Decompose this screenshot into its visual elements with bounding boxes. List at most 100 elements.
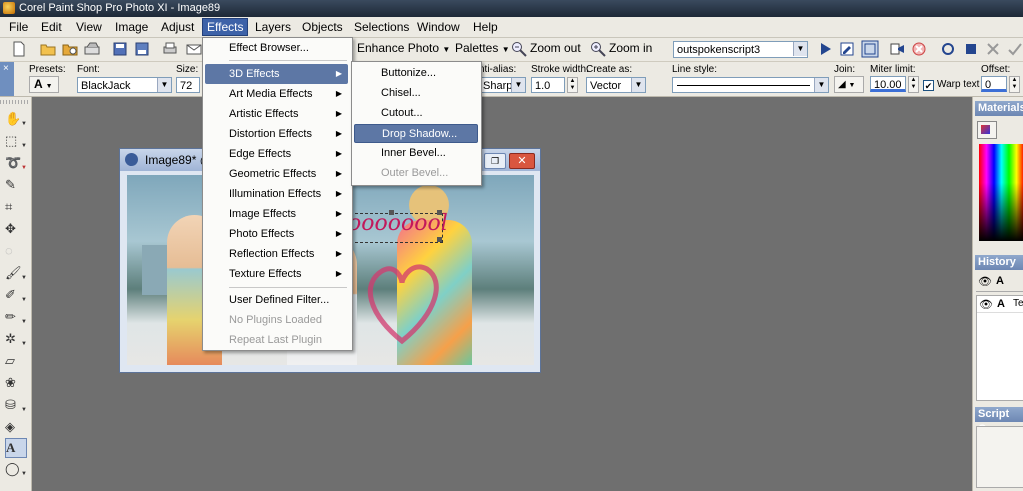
square-icon[interactable] — [963, 41, 979, 57]
history-palette-header[interactable]: History — [975, 255, 1023, 270]
move-tool-icon[interactable]: ✥ — [5, 220, 25, 238]
menu-view[interactable]: View — [72, 19, 106, 35]
script-select[interactable]: outspokenscript3 ▼ — [673, 41, 808, 58]
color-spectrum[interactable] — [979, 144, 1023, 241]
pick-tool-icon[interactable]: ⬚ ▼ — [5, 132, 27, 150]
submenu-item-chisel[interactable]: Chisel... — [354, 84, 478, 103]
history-item[interactable]: 👁 A Te — [977, 297, 1023, 313]
menu-item-photo-effects[interactable]: Photo Effects ▶ — [205, 224, 348, 244]
zoom-in-icon[interactable] — [590, 41, 606, 57]
menu-item-illumination-effects[interactable]: Illumination Effects ▶ — [205, 184, 348, 204]
selection-handle[interactable] — [437, 237, 442, 242]
edit-script-icon[interactable] — [839, 41, 855, 57]
menu-effects[interactable]: Effects — [202, 18, 249, 36]
menu-item-image-effects[interactable]: Image Effects ▶ — [205, 204, 348, 224]
zoom-out-button[interactable]: Zoom out — [530, 38, 581, 58]
menu-item-effect-browser[interactable]: Effect Browser... — [205, 38, 348, 58]
preset-shape-tool-icon[interactable]: ◯ ▼ — [5, 460, 27, 478]
submenu-item-cutout[interactable]: Cutout... — [354, 104, 478, 123]
palettes-button[interactable]: Palettes ▼ — [455, 38, 510, 58]
print-icon[interactable] — [162, 41, 178, 57]
size-input[interactable]: 72 — [176, 77, 200, 93]
menu-help[interactable]: Help — [469, 19, 502, 35]
selection-handle[interactable] — [389, 210, 394, 215]
pan-tool-icon[interactable]: ✋ ▼ — [5, 110, 27, 128]
stroke-spinner[interactable]: ▲ ▼ — [567, 77, 578, 93]
picture-tube-tool-icon[interactable]: ❀ — [5, 374, 25, 392]
flood-fill-tool-icon[interactable]: ⛁ ▼ — [5, 396, 27, 414]
menu-item-texture-effects[interactable]: Texture Effects ▶ — [205, 264, 348, 284]
menu-layers[interactable]: Layers — [251, 19, 295, 35]
red-eye-tool-icon[interactable]: ◌ — [5, 242, 25, 260]
text-tool-icon[interactable]: A — [5, 438, 27, 458]
eye-icon[interactable]: 👁 — [979, 298, 993, 311]
cancel-script-icon[interactable] — [911, 41, 927, 57]
close-icon[interactable]: × — [3, 63, 9, 74]
font-select[interactable]: BlackJack ▼ — [77, 77, 172, 93]
toggle-interactive-icon[interactable] — [861, 40, 879, 58]
eyedropper-tool-icon[interactable]: ✎ — [5, 176, 25, 194]
menu-selections[interactable]: Selections — [350, 19, 413, 35]
chevron-down-icon: ▼ — [501, 45, 510, 54]
menu-item-artistic-effects[interactable]: Artistic Effects ▶ — [205, 104, 348, 124]
save-as-icon[interactable] — [134, 41, 150, 57]
line-style-select[interactable]: ▼ — [672, 77, 829, 93]
submenu-item-drop-shadow[interactable]: Drop Shadow... — [354, 124, 478, 143]
email-icon[interactable] — [186, 41, 202, 57]
dodge-tool-icon[interactable]: ✏ ▼ — [5, 308, 27, 326]
open-folder-icon[interactable] — [40, 41, 56, 57]
materials-tab[interactable] — [977, 121, 997, 139]
join-select[interactable]: ◢ ▼ — [834, 76, 864, 93]
menu-item-3d-effects[interactable]: 3D Effects ▶ — [205, 64, 348, 84]
materials-palette-header[interactable]: Materials — [975, 101, 1023, 116]
menu-file[interactable]: File — [5, 19, 32, 35]
stroke-width-input[interactable]: 1.0 — [531, 77, 565, 93]
menu-item-reflection-effects[interactable]: Reflection Effects ▶ — [205, 244, 348, 264]
menu-item-geometric-effects[interactable]: Geometric Effects ▶ — [205, 164, 348, 184]
new-file-icon[interactable] — [11, 41, 27, 57]
menu-edit[interactable]: Edit — [37, 19, 66, 35]
menu-window[interactable]: Window — [413, 19, 464, 35]
zoom-in-button[interactable]: Zoom in — [609, 38, 652, 58]
menu-item-art-media-effects[interactable]: Art Media Effects ▶ — [205, 84, 348, 104]
paintbrush-tool-icon[interactable]: 🖌 ▼ — [5, 264, 27, 282]
checkmark-icon[interactable] — [1007, 41, 1023, 57]
submenu-item-inner-bevel[interactable]: Inner Bevel... — [354, 144, 478, 163]
close-icon[interactable]: ✕ — [509, 153, 535, 169]
antialias-select[interactable]: Sharp ▼ — [479, 77, 526, 93]
selection-handle[interactable] — [437, 210, 442, 215]
clone-tool-icon[interactable]: ✐ ▼ — [5, 286, 27, 304]
crop-tool-icon[interactable]: ⌗ — [5, 198, 25, 216]
menu-adjust[interactable]: Adjust — [157, 19, 198, 35]
save-icon[interactable] — [112, 41, 128, 57]
miter-limit-input[interactable]: 10.00 — [870, 76, 906, 92]
menu-item-label: Effect Browser... — [229, 42, 309, 54]
menu-item-user-defined-filter[interactable]: User Defined Filter... — [205, 290, 348, 310]
menu-item-distortion-effects[interactable]: Distortion Effects ▶ — [205, 124, 348, 144]
record-script-icon[interactable] — [889, 41, 905, 57]
create-as-select[interactable]: Vector ▼ — [586, 77, 646, 93]
menu-image[interactable]: Image — [111, 19, 152, 35]
menu-item-edge-effects[interactable]: Edge Effects ▶ — [205, 144, 348, 164]
close-icon[interactable] — [985, 41, 1001, 57]
scanner-icon[interactable] — [84, 41, 100, 57]
browse-icon[interactable] — [62, 41, 78, 57]
offset-input[interactable]: 0 — [981, 76, 1007, 92]
miter-spinner[interactable]: ▲ ▼ — [908, 76, 919, 93]
zoom-out-icon[interactable] — [511, 41, 527, 57]
run-script-icon[interactable] — [817, 41, 833, 57]
script-output-palette-header[interactable]: Script Ou — [975, 407, 1023, 435]
circle-icon[interactable] — [940, 41, 956, 57]
menu-objects[interactable]: Objects — [298, 19, 347, 35]
color-replacer-tool-icon[interactable]: ✲ ▼ — [5, 330, 27, 348]
submenu-item-buttonize[interactable]: Buttonize... — [354, 64, 478, 83]
offset-spinner[interactable]: ▲ ▼ — [1009, 76, 1020, 93]
restore-icon[interactable]: ❐ — [484, 153, 506, 169]
enhance-photo-button[interactable]: Enhance Photo ▼ — [357, 38, 450, 58]
lasso-tool-icon[interactable]: ➰ ▼ — [5, 154, 27, 172]
eye-icon[interactable]: 👁 — [978, 275, 992, 288]
warp-text-checkbox[interactable]: ✔ — [923, 80, 934, 91]
presets-button[interactable]: A ▼ — [29, 76, 59, 93]
eraser-tool-icon[interactable]: ▱ — [5, 352, 25, 370]
smudge-tool-icon[interactable]: ◈ — [5, 418, 25, 436]
